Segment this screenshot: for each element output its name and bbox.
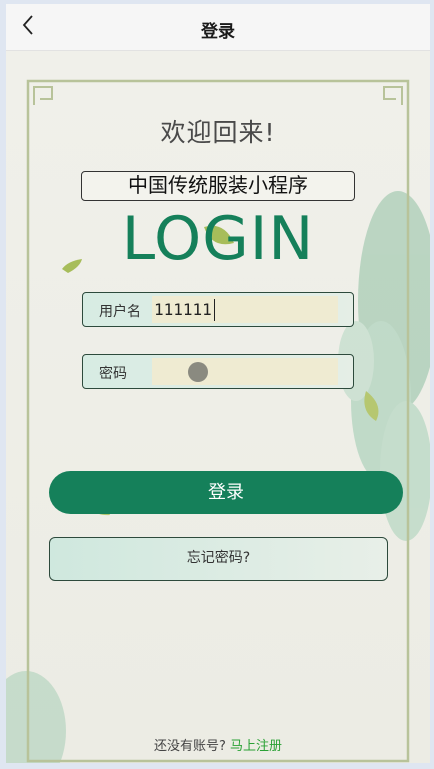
text-caret: [214, 299, 215, 321]
username-input[interactable]: 111111: [152, 296, 338, 323]
login-background: 欢迎回来! 中国传统服装小程序 LOGIN 用户名 111111 密码 登录 忘…: [6, 51, 430, 763]
forgot-password-button[interactable]: 忘记密码?: [49, 537, 388, 581]
register-row: 还没有账号? 马上注册: [6, 735, 430, 754]
register-prompt: 还没有账号?: [153, 739, 226, 754]
nav-bar: 登录: [6, 4, 430, 51]
ink-wash-background: [6, 79, 430, 763]
phone-screen: 登录 欢迎回来! 中国传统服装小程序 LOGIN 用户名 111111 密码 登…: [6, 4, 430, 763]
page-title: 登录: [201, 22, 235, 42]
login-logo-text: LOGIN: [121, 204, 315, 274]
password-label: 密码: [99, 366, 127, 382]
register-link[interactable]: 马上注册: [230, 739, 282, 754]
welcome-heading: 欢迎回来!: [160, 118, 276, 147]
touch-indicator-icon: [188, 362, 208, 382]
password-field[interactable]: 密码: [82, 354, 354, 389]
app-name-box: 中国传统服装小程序: [81, 171, 355, 201]
login-button[interactable]: 登录: [49, 471, 403, 514]
password-input[interactable]: [152, 358, 338, 385]
username-field[interactable]: 用户名 111111: [82, 292, 354, 327]
username-label: 用户名: [99, 304, 141, 320]
